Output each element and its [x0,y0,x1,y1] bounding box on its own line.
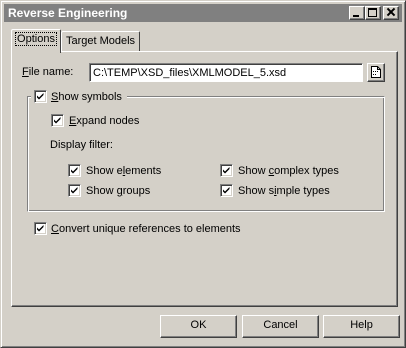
file-name-input[interactable]: C:\TEMP\XSD_files\XMLMODEL_5.xsd [89,63,363,82]
checkmark-icon [223,167,230,174]
display-filter-label: Display filter: [50,139,113,151]
checkmark-icon [54,117,61,124]
checkmark-icon [71,187,78,194]
convert-references-checkbox[interactable] [34,222,47,235]
checkmark-icon [37,93,44,100]
show-complex-types-checkbox[interactable] [220,164,233,177]
file-browse-icon [371,66,381,78]
tab-options[interactable]: Options [11,29,61,53]
maximize-icon [368,8,377,17]
show-symbols-label[interactable]: Show symbols [51,91,122,104]
cancel-button[interactable]: Cancel [242,315,319,338]
file-name-label: File name: [22,66,73,79]
expand-nodes-label[interactable]: Expand nodes [69,115,139,128]
convert-references-accel: C [51,223,59,235]
dialog-window: Reverse Engineering Options Target Model… [0,0,406,348]
show-elements-label[interactable]: Show elements [86,165,161,178]
convert-references-label[interactable]: Convert unique references to elements [51,223,241,236]
close-button[interactable] [383,6,399,20]
show-complex-types-label[interactable]: Show complex types [238,165,339,178]
file-name-label-accel: F [22,66,29,78]
browse-button[interactable] [367,63,385,82]
ok-button[interactable]: OK [160,315,237,338]
convert-references-text: onvert unique references to elements [58,223,241,235]
show-simple-types-text-pre: Show s [238,185,275,197]
show-complex-types-text-post: omplex types [274,165,339,177]
expand-nodes-text: xpand nodes [76,115,140,127]
show-groups-text-post: roups [122,185,151,197]
expand-nodes-checkbox[interactable] [51,114,64,127]
help-button[interactable]: Help [323,315,400,338]
tab-target-models[interactable]: Target Models [61,31,140,51]
show-symbols-text: how symbols [58,91,122,103]
show-symbols-checkbox[interactable] [34,90,47,103]
show-elements-text-post: ements [125,165,162,177]
tab-options-label: Options [15,32,57,46]
file-name-label-text: ile name: [28,66,74,78]
maximize-button[interactable] [365,6,381,20]
show-simple-types-text-post: mple types [276,185,330,197]
window-title: Reverse Engineering [8,6,128,20]
checkmark-icon [223,187,230,194]
checkmark-icon [71,167,78,174]
show-groups-checkbox[interactable] [68,184,81,197]
show-elements-checkbox[interactable] [68,164,81,177]
minimize-icon [353,15,359,17]
tab-target-models-label: Target Models [65,35,136,47]
show-complex-types-text-pre: Show [238,165,269,177]
checkmark-icon [37,225,44,232]
show-simple-types-label[interactable]: Show simple types [238,185,330,198]
show-simple-types-checkbox[interactable] [220,184,233,197]
title-bar[interactable]: Reverse Engineering [4,4,402,22]
show-groups-text-pre: Show [86,185,117,197]
minimize-button[interactable] [349,6,365,20]
show-groups-label[interactable]: Show groups [86,185,150,198]
close-icon [386,7,396,18]
show-elements-text-pre: Show e [86,165,123,177]
